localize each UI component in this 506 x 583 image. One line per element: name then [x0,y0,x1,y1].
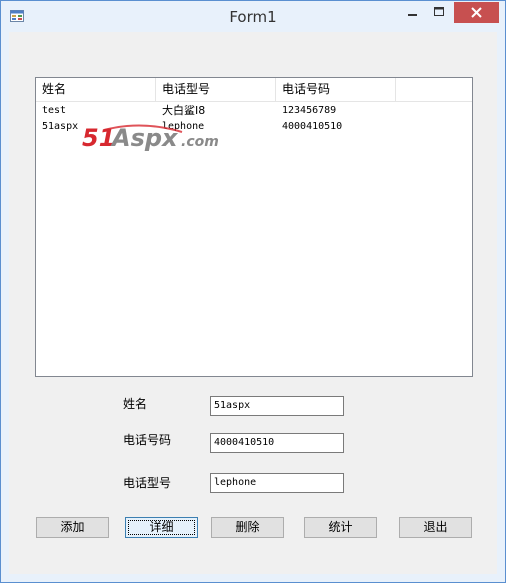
title-bar[interactable]: Form1 [1,1,505,32]
column-header-phone-model[interactable]: 电话型号 [156,78,276,101]
delete-button[interactable]: 删除 [211,517,284,538]
contacts-listview[interactable]: 姓名 电话型号 电话号码 test 大白鲨I8 123456789 51aspx… [35,77,473,377]
app-window: Form1 姓名 电话型号 电话号码 test 大白鲨I8 123456789 … [0,0,506,583]
name-field[interactable]: 51aspx [210,396,344,416]
watermark-com: .com [181,134,219,150]
detail-button[interactable]: 详细 [125,517,198,538]
cell-phone-number: 123456789 [282,105,337,116]
cell-name: 51aspx [42,121,79,132]
minimize-button[interactable] [399,2,426,23]
cell-name: test [42,105,67,116]
cell-phone-model: 大白鲨I8 [162,104,206,117]
cell-phone-number: 4000410510 [282,121,343,132]
phone-number-field[interactable]: 4000410510 [210,433,344,453]
exit-button[interactable]: 退出 [399,517,472,538]
maximize-icon [434,7,444,16]
listview-header: 姓名 电话型号 电话号码 [36,78,472,102]
phone-number-label: 电话号码 [123,433,172,447]
add-button[interactable]: 添加 [36,517,109,538]
table-row[interactable]: test 大白鲨I8 123456789 [36,103,472,119]
column-header-phone-number[interactable]: 电话号码 [276,78,396,101]
phone-model-field[interactable]: lephone [210,473,344,493]
client-area: 姓名 电话型号 电话号码 test 大白鲨I8 123456789 51aspx… [9,32,497,574]
watermark-logo: 51 Aspx .com [82,124,219,152]
maximize-button[interactable] [426,2,453,23]
name-label: 姓名 [123,397,148,411]
phone-model-label: 电话型号 [123,476,172,490]
minimize-icon [408,14,417,16]
close-icon [471,7,482,18]
column-header-name[interactable]: 姓名 [36,78,156,101]
stats-button[interactable]: 统计 [304,517,377,538]
close-button[interactable] [454,2,499,23]
